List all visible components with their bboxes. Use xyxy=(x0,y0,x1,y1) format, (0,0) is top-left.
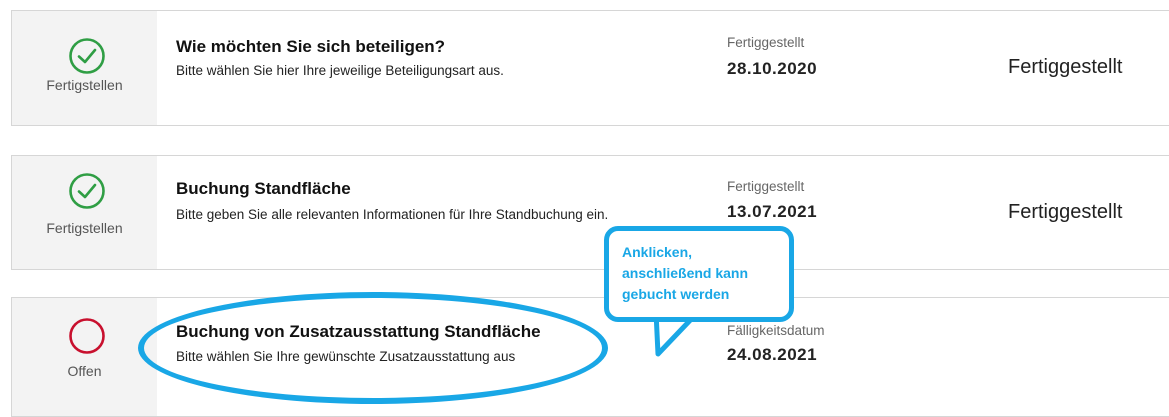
task-description: Bitte geben Sie alle relevanten Informat… xyxy=(176,207,609,222)
status-column: Offen xyxy=(12,298,157,416)
task-title[interactable]: Buchung von Zusatzausstattung Standfläch… xyxy=(176,322,541,342)
open-circle-icon xyxy=(69,318,105,354)
date-label: Fertiggestellt xyxy=(727,35,805,50)
callout-bubble: Anklicken, anschließend kann gebucht wer… xyxy=(604,226,794,322)
status-column: Fertigstellen xyxy=(12,11,157,125)
date-label: Fertiggestellt xyxy=(727,179,805,194)
callout-line: gebucht werden xyxy=(622,286,730,302)
date-value: 24.08.2021 xyxy=(727,345,818,364)
status-label: Offen xyxy=(67,363,102,379)
check-circle-icon xyxy=(69,173,105,209)
task-card-beteiligung[interactable]: Fertigstellen Wie möchten Sie sich betei… xyxy=(11,10,1169,126)
task-card-standflaeche[interactable]: Fertigstellen Buchung Standfläche Bitte … xyxy=(11,155,1169,270)
callout-line: Anklicken, xyxy=(622,244,693,260)
task-title[interactable]: Wie möchten Sie sich beteiligen? xyxy=(176,37,445,57)
date-value: 28.10.2020 xyxy=(727,59,818,78)
task-description: Bitte wählen Sie Ihre gewünschte Zusatza… xyxy=(176,349,516,364)
task-description: Bitte wählen Sie hier Ihre jeweilige Bet… xyxy=(176,63,504,78)
date-label: Fälligkeitsdatum xyxy=(727,323,825,338)
completion-status: Fertiggestellt xyxy=(1008,56,1123,78)
callout-line: anschließend kann xyxy=(622,265,749,281)
status-label: Fertigstellen xyxy=(46,220,123,236)
check-circle-icon xyxy=(69,38,105,74)
status-label: Fertigstellen xyxy=(46,77,123,93)
completion-status: Fertiggestellt xyxy=(1008,201,1123,223)
status-column: Fertigstellen xyxy=(12,156,157,269)
date-value: 13.07.2021 xyxy=(727,202,818,221)
task-card-zusatzausstattung[interactable]: Offen Buchung von Zusatzausstattung Stan… xyxy=(11,297,1169,417)
task-title[interactable]: Buchung Standfläche xyxy=(176,179,351,199)
